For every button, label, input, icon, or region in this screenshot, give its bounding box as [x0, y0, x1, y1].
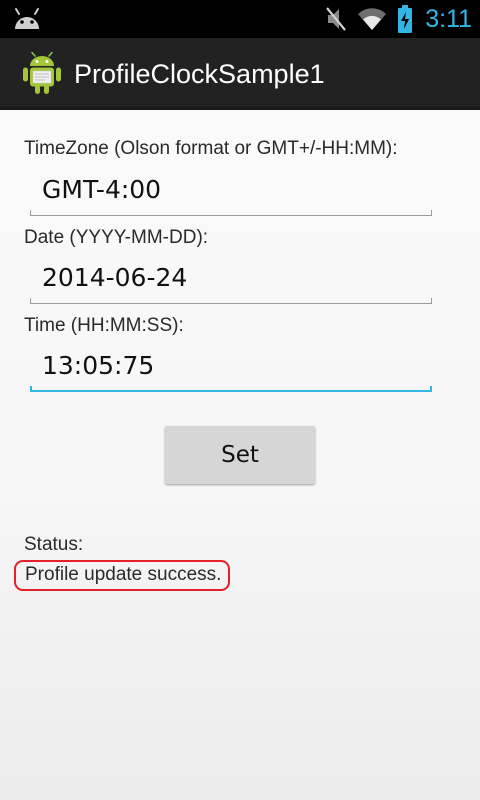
time-input[interactable]	[30, 342, 432, 388]
main-content: TimeZone (Olson format or GMT+/-HH:MM): …	[0, 110, 480, 800]
status-label: Status:	[24, 534, 84, 555]
status-message: Profile update success.	[14, 560, 231, 591]
time-label: Time (HH:MM:SS):	[24, 315, 184, 336]
timezone-underline	[30, 215, 432, 216]
timezone-field[interactable]	[30, 166, 432, 216]
date-underline	[30, 303, 432, 304]
android-app-icon	[23, 52, 61, 94]
timezone-underline-right-tick	[431, 210, 432, 216]
status-bar-right: 3:11	[325, 0, 472, 38]
date-underline-left-tick	[30, 298, 31, 304]
status-bar-time: 3:11	[425, 5, 472, 33]
time-underline	[30, 390, 432, 392]
date-label: Date (YYYY-MM-DD):	[24, 227, 209, 248]
time-field[interactable]	[30, 342, 432, 392]
timezone-input[interactable]	[30, 166, 432, 212]
set-button[interactable]: Set	[165, 426, 315, 484]
time-underline-right-tick	[430, 386, 432, 392]
battery-charging-icon	[398, 5, 413, 33]
timezone-underline-left-tick	[30, 210, 31, 216]
date-field[interactable]	[30, 254, 432, 304]
date-input[interactable]	[30, 254, 432, 300]
status-bar: 3:11	[0, 0, 480, 38]
wifi-icon	[358, 8, 387, 31]
android-notification-icon	[15, 8, 39, 29]
time-underline-left-tick	[30, 386, 32, 392]
date-underline-right-tick	[431, 298, 432, 304]
mute-icon	[326, 7, 347, 31]
app-title: ProfileClockSample1	[74, 59, 325, 89]
action-bar: ProfileClockSample1	[0, 38, 480, 110]
timezone-label: TimeZone (Olson format or GMT+/-HH:MM):	[24, 138, 398, 159]
